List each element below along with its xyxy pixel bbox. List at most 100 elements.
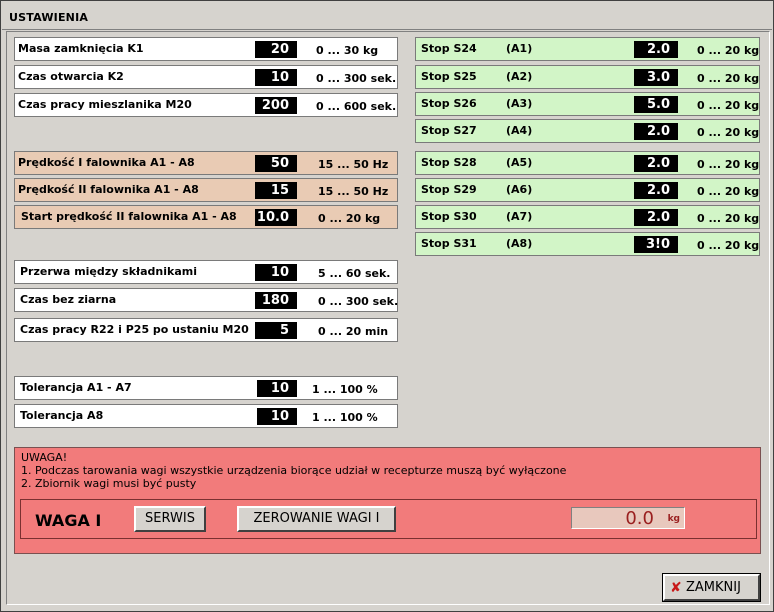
stop-row: Stop S28 (A5) 2.0 0 ... 20 kg [415,151,760,175]
stop-row: Stop S27 (A4) 2.0 0 ... 20 kg [415,119,760,143]
stop-row: Stop S30 (A7) 2.0 0 ... 20 kg [415,205,760,229]
zero-scale-button[interactable]: ZEROWANIE WAGI I [237,506,396,532]
setting-value-field[interactable]: 20 [255,41,297,58]
stop-range: 0 ... 20 kg [697,72,760,85]
stop-row: Stop S26 (A3) 5.0 0 ... 20 kg [415,92,760,116]
stop-sub-label: (A4) [506,124,533,137]
setting-range: 1 ... 100 % [312,411,378,424]
setting-row: Czas bez ziarna 180 0 ... 300 sek. [14,288,398,312]
stop-value-field[interactable]: 3.0 [634,69,678,86]
stop-label: Stop S27 [421,124,477,137]
stop-value-field[interactable]: 2.0 [634,155,678,172]
setting-label: Czas otwarcia K2 [18,70,124,83]
setting-value-field[interactable]: 10 [255,69,297,86]
stop-row: Stop S24 (A1) 2.0 0 ... 20 kg [415,37,760,61]
stop-label: Stop S30 [421,210,477,223]
stop-row: Stop S29 (A6) 2.0 0 ... 20 kg [415,178,760,202]
setting-range: 5 ... 60 sek. [318,267,391,280]
close-x-icon: ✘ [670,580,682,596]
setting-value-field[interactable]: 10 [255,264,297,281]
setting-row: Start prędkość II falownika A1 - A8 10.0… [14,205,398,229]
warning-panel: UWAGA! 1. Podczas tarowania wagi wszystk… [14,447,761,554]
setting-range: 0 ... 20 kg [318,212,381,225]
stop-label: Stop S25 [421,70,477,83]
setting-label: Czas bez ziarna [20,293,117,306]
stop-value-field[interactable]: 2.0 [634,123,678,140]
warning-line-2: 2. Zbiornik wagi musi być pusty [21,477,197,490]
setting-value-field[interactable]: 50 [255,155,297,172]
stop-value-field[interactable]: 2.0 [634,209,678,226]
setting-row: Przerwa między składnikami 10 5 ... 60 s… [14,260,398,284]
stop-range: 0 ... 20 kg [697,99,760,112]
setting-range: 15 ... 50 Hz [318,185,389,198]
stop-sub-label: (A7) [506,210,533,223]
setting-label: Czas pracy mieszlanika M20 [18,98,192,111]
weight-display: 0.0 kg [571,507,685,529]
setting-row: Czas pracy mieszlanika M20 200 0 ... 600… [14,93,398,117]
window-title: USTAWIENIA [9,11,89,24]
stop-label: Stop S31 [421,237,477,250]
setting-label: Tolerancja A8 [20,409,104,422]
stop-range: 0 ... 20 kg [697,212,760,225]
setting-value-field[interactable]: 10 [257,408,297,425]
stop-value-field[interactable]: 2.0 [634,182,678,199]
setting-label: Czas pracy R22 i P25 po ustaniu M20 [20,323,249,336]
stop-range: 0 ... 20 kg [697,158,760,171]
stop-label: Stop S29 [421,183,477,196]
setting-value-field[interactable]: 10.0 [255,209,297,226]
setting-row: Tolerancja A1 - A7 10 1 ... 100 % [14,376,398,400]
setting-row: Prędkość II falownika A1 - A8 15 15 ... … [14,178,398,202]
setting-label: Prędkość II falownika A1 - A8 [18,183,199,196]
close-button[interactable]: ✘ ZAMKNIJ [662,573,761,602]
setting-row: Prędkość I falownika A1 - A8 50 15 ... 5… [14,151,398,175]
setting-row: Tolerancja A8 10 1 ... 100 % [14,404,398,428]
stop-value-field[interactable]: 3!0 [634,236,678,253]
setting-range: 0 ... 300 sek. [316,72,397,85]
stop-label: Stop S24 [421,42,477,55]
setting-value-field[interactable]: 5 [255,322,297,339]
setting-value-field[interactable]: 10 [257,380,297,397]
stop-sub-label: (A3) [506,97,533,110]
stop-range: 0 ... 20 kg [697,239,760,252]
setting-row: Czas pracy R22 i P25 po ustaniu M20 5 0 … [14,318,398,342]
weight-value: 0.0 [625,508,654,529]
scale-title: WAGA I [35,511,102,530]
setting-label: Prędkość I falownika A1 - A8 [18,156,195,169]
setting-range: 0 ... 300 sek. [318,295,399,308]
stop-range: 0 ... 20 kg [697,44,760,57]
scale-panel: WAGA I SERWIS ZEROWANIE WAGI I 0.0 kg [20,499,757,539]
setting-label: Start prędkość II falownika A1 - A8 [21,210,237,223]
setting-range: 1 ... 100 % [312,383,378,396]
setting-row: Czas otwarcia K2 10 0 ... 300 sek. [14,65,398,89]
stop-sub-label: (A2) [506,70,533,83]
stop-row: Stop S31 (A8) 3!0 0 ... 20 kg [415,232,760,256]
stop-row: Stop S25 (A2) 3.0 0 ... 20 kg [415,65,760,89]
stop-range: 0 ... 20 kg [697,185,760,198]
settings-window: USTAWIENIA Masa zamknięcia K1 20 0 ... 3… [0,0,774,612]
setting-label: Tolerancja A1 - A7 [20,381,132,394]
setting-range: 0 ... 20 min [318,325,389,338]
stop-sub-label: (A5) [506,156,533,169]
setting-value-field[interactable]: 15 [255,182,297,199]
stop-value-field[interactable]: 5.0 [634,96,678,113]
setting-value-field[interactable]: 180 [255,292,297,309]
stop-label: Stop S28 [421,156,477,169]
warning-heading: UWAGA! [21,451,68,464]
setting-range: 0 ... 600 sek. [316,100,397,113]
setting-value-field[interactable]: 200 [255,97,297,114]
stop-sub-label: (A8) [506,237,533,250]
setting-range: 0 ... 30 kg [316,44,379,57]
close-label: ZAMKNIJ [686,580,741,595]
setting-range: 15 ... 50 Hz [318,158,389,171]
service-button[interactable]: SERWIS [134,506,206,532]
stop-sub-label: (A6) [506,183,533,196]
setting-row: Masa zamknięcia K1 20 0 ... 30 kg [14,37,398,61]
setting-label: Przerwa między składnikami [20,265,197,278]
warning-line-1: 1. Podczas tarowania wagi wszystkie urzą… [21,464,567,477]
weight-unit: kg [667,514,680,524]
setting-label: Masa zamknięcia K1 [18,42,144,55]
stop-range: 0 ... 20 kg [697,126,760,139]
stop-sub-label: (A1) [506,42,533,55]
stop-value-field[interactable]: 2.0 [634,41,678,58]
title-bar: USTAWIENIA [2,2,772,30]
